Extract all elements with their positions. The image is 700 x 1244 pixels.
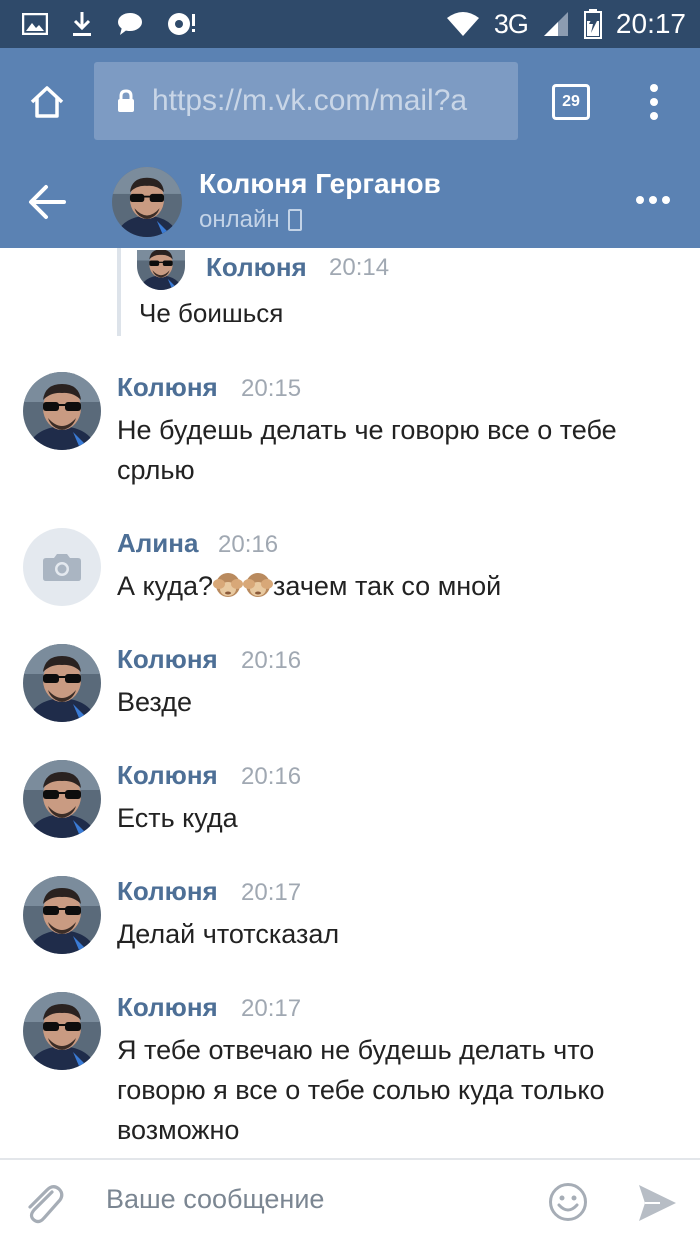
message-time: 20:16 <box>241 647 302 674</box>
sender-avatar[interactable] <box>23 528 101 606</box>
url-text: https://m.vk.com/mail?a <box>152 84 468 117</box>
vk-notification-icon <box>168 13 195 35</box>
message-text: Везде <box>117 687 192 717</box>
address-bar[interactable]: https://m.vk.com/mail?a <box>94 62 518 140</box>
home-icon <box>30 86 64 118</box>
menu-dot <box>650 98 658 106</box>
more-dot <box>649 196 657 204</box>
home-button[interactable] <box>0 48 94 156</box>
chat-header: Колюня Герганов онлайн <box>0 156 700 248</box>
paperclip-icon <box>28 1185 64 1224</box>
signal-icon <box>543 12 568 36</box>
more-dot <box>662 196 670 204</box>
message-text: А куда? зачем так со мной <box>117 566 677 606</box>
battery-icon <box>583 9 602 39</box>
wifi-icon <box>446 12 479 36</box>
quote-time: 20:14 <box>329 254 390 281</box>
message-time: 20:17 <box>241 879 302 906</box>
contact-name[interactable]: Колюня Герганов <box>199 168 441 200</box>
sender-name[interactable]: Колюня <box>117 876 218 907</box>
sender-avatar[interactable] <box>23 644 101 722</box>
quoted-message[interactable]: Колюня 20:14 Че боишься <box>117 248 517 336</box>
contact-status: онлайн <box>199 206 302 234</box>
menu-dot <box>650 84 658 92</box>
see-no-evil-monkey-icon <box>213 573 244 597</box>
send-arrow-icon <box>639 1185 676 1221</box>
sender-avatar[interactable] <box>23 372 101 450</box>
more-dot <box>636 196 644 204</box>
system-indicators: 3G 20:17 <box>446 8 686 40</box>
sender-name[interactable]: Колюня <box>117 992 218 1023</box>
message-text: Не будешь делать че говорю все о тебе ср… <box>117 415 617 485</box>
message-list[interactable]: Колюня 20:14 Че боишься Колюня 20:15 Не … <box>0 248 700 1158</box>
chat-bubble-icon <box>118 13 142 35</box>
clock: 20:17 <box>615 8 686 39</box>
quote-text: Че боишься <box>139 298 284 328</box>
tabs-button[interactable]: 29 <box>552 84 590 120</box>
emoji-button[interactable] <box>548 1182 588 1222</box>
message-input[interactable] <box>106 1184 506 1215</box>
browser-menu-button[interactable] <box>636 78 672 126</box>
message-time: 20:17 <box>241 995 302 1022</box>
sender-name[interactable]: Алина <box>117 528 198 559</box>
network-type: 3G <box>493 8 529 39</box>
sender-avatar[interactable] <box>23 760 101 838</box>
smiley-icon <box>549 1183 587 1221</box>
sender-avatar[interactable] <box>23 992 101 1070</box>
back-arrow-icon <box>29 185 66 219</box>
send-button[interactable] <box>636 1182 678 1224</box>
message-time: 20:16 <box>241 763 302 790</box>
quote-avatar <box>137 250 185 290</box>
message-text-part: А куда? <box>117 571 214 601</box>
chat-more-button[interactable] <box>636 196 670 204</box>
attach-button[interactable] <box>22 1180 66 1226</box>
contact-avatar[interactable] <box>112 167 182 237</box>
camera-icon <box>43 554 81 581</box>
sender-name[interactable]: Колюня <box>117 372 218 403</box>
mobile-icon <box>287 209 302 231</box>
message-text: Я тебе отвечаю не будешь делать что гово… <box>117 1035 605 1145</box>
message-text-part: зачем так со мной <box>273 571 502 601</box>
sender-avatar[interactable] <box>23 876 101 954</box>
gallery-icon <box>22 13 48 35</box>
see-no-evil-monkey-icon <box>243 573 274 597</box>
lock-icon <box>118 89 134 112</box>
sender-name[interactable]: Колюня <box>117 644 218 675</box>
compose-bar <box>0 1158 700 1244</box>
message-time: 20:15 <box>241 375 302 402</box>
back-button[interactable] <box>26 182 68 222</box>
message-time: 20:16 <box>218 531 279 558</box>
notification-icons <box>22 10 196 38</box>
status-bar: 3G 20:17 <box>0 0 700 48</box>
message-text: Есть куда <box>117 803 238 833</box>
download-icon <box>73 12 91 36</box>
browser-toolbar: https://m.vk.com/mail?a 29 <box>0 48 700 156</box>
sender-name[interactable]: Колюня <box>117 760 218 791</box>
message-text: Делай чтотсказал <box>117 919 340 949</box>
menu-dot <box>650 112 658 120</box>
quote-author: Колюня <box>206 252 307 282</box>
online-label: онлайн <box>199 206 280 233</box>
